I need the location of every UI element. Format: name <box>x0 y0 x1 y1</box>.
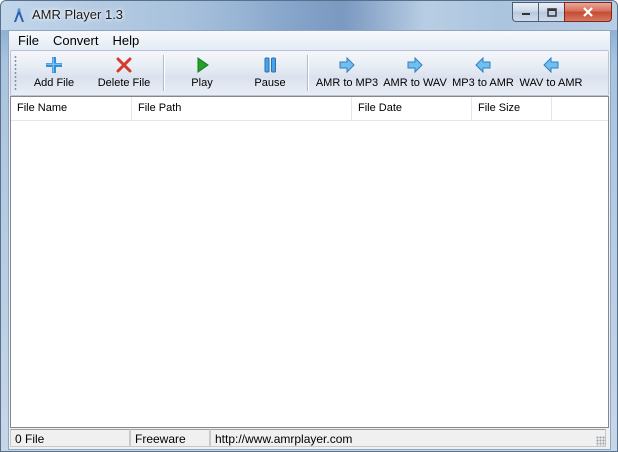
mp3-to-amr-label: MP3 to AMR <box>452 77 514 89</box>
minimize-button[interactable] <box>512 2 538 22</box>
amr-to-mp3-label: AMR to MP3 <box>315 77 379 89</box>
delete-file-label: Delete File <box>97 77 151 89</box>
maximize-icon <box>546 7 557 17</box>
pause-label: Pause <box>254 77 286 89</box>
wav-to-amr-button[interactable]: WAV to AMR <box>517 53 585 93</box>
column-file-path[interactable]: File Path <box>132 97 352 120</box>
maximize-button[interactable] <box>538 2 564 22</box>
window-title: AMR Player 1.3 <box>32 7 124 22</box>
column-file-date[interactable]: File Date <box>352 97 472 120</box>
title-bar[interactable]: AMR Player 1.3 <box>1 1 617 30</box>
file-list[interactable]: File Name File Path File Date File Size <box>10 96 609 428</box>
menu-help[interactable]: Help <box>107 31 144 50</box>
menu-file[interactable]: File <box>13 31 44 50</box>
pause-icon <box>264 57 276 73</box>
list-header: File Name File Path File Date File Size <box>11 97 608 121</box>
play-label: Play <box>191 77 213 89</box>
column-file-size[interactable]: File Size <box>472 97 552 120</box>
amr-to-wav-label: AMR to WAV <box>383 77 447 89</box>
amr-to-wav-button[interactable]: AMR to WAV <box>381 53 449 93</box>
close-button[interactable] <box>564 2 612 22</box>
pause-button[interactable]: Pause <box>237 53 303 93</box>
title-bar-decoration <box>241 1 501 30</box>
toolbar-separator <box>163 55 165 91</box>
app-window: AMR Player 1.3 File Convert Help Add Fil… <box>0 0 618 452</box>
arrow-right-icon <box>407 56 423 74</box>
menu-convert[interactable]: Convert <box>48 31 104 50</box>
arrow-left-icon <box>475 56 491 74</box>
caption-buttons <box>512 2 612 22</box>
app-icon <box>14 8 24 22</box>
add-file-label: Add File <box>33 77 75 89</box>
x-icon <box>116 57 132 73</box>
column-file-name[interactable]: File Name <box>11 97 132 120</box>
wav-to-amr-label: WAV to AMR <box>519 77 583 89</box>
close-icon <box>583 7 593 17</box>
add-file-button[interactable]: Add File <box>25 53 83 93</box>
delete-file-button[interactable]: Delete File <box>89 53 159 93</box>
arrow-right-icon <box>339 56 355 74</box>
status-bar: 0 File Freeware http://www.amrplayer.com <box>10 428 608 448</box>
toolbar-separator <box>307 55 309 91</box>
play-button[interactable]: Play <box>169 53 235 93</box>
status-url[interactable]: http://www.amrplayer.com <box>210 429 606 447</box>
status-license: Freeware <box>130 429 210 447</box>
play-icon <box>197 57 209 73</box>
arrow-left-icon <box>543 56 559 74</box>
minimize-icon <box>521 13 530 15</box>
resize-grip[interactable] <box>596 436 606 446</box>
mp3-to-amr-button[interactable]: MP3 to AMR <box>449 53 517 93</box>
plus-icon <box>46 57 62 73</box>
status-file-count: 0 File <box>10 429 130 447</box>
client-area: File Convert Help Add File Delete File P… <box>8 30 611 450</box>
amr-to-mp3-button[interactable]: AMR to MP3 <box>313 53 381 93</box>
toolbar-grip[interactable] <box>14 55 17 91</box>
menu-bar: File Convert Help <box>9 31 610 50</box>
toolbar: Add File Delete File Play Pause AMR to M… <box>10 50 609 96</box>
